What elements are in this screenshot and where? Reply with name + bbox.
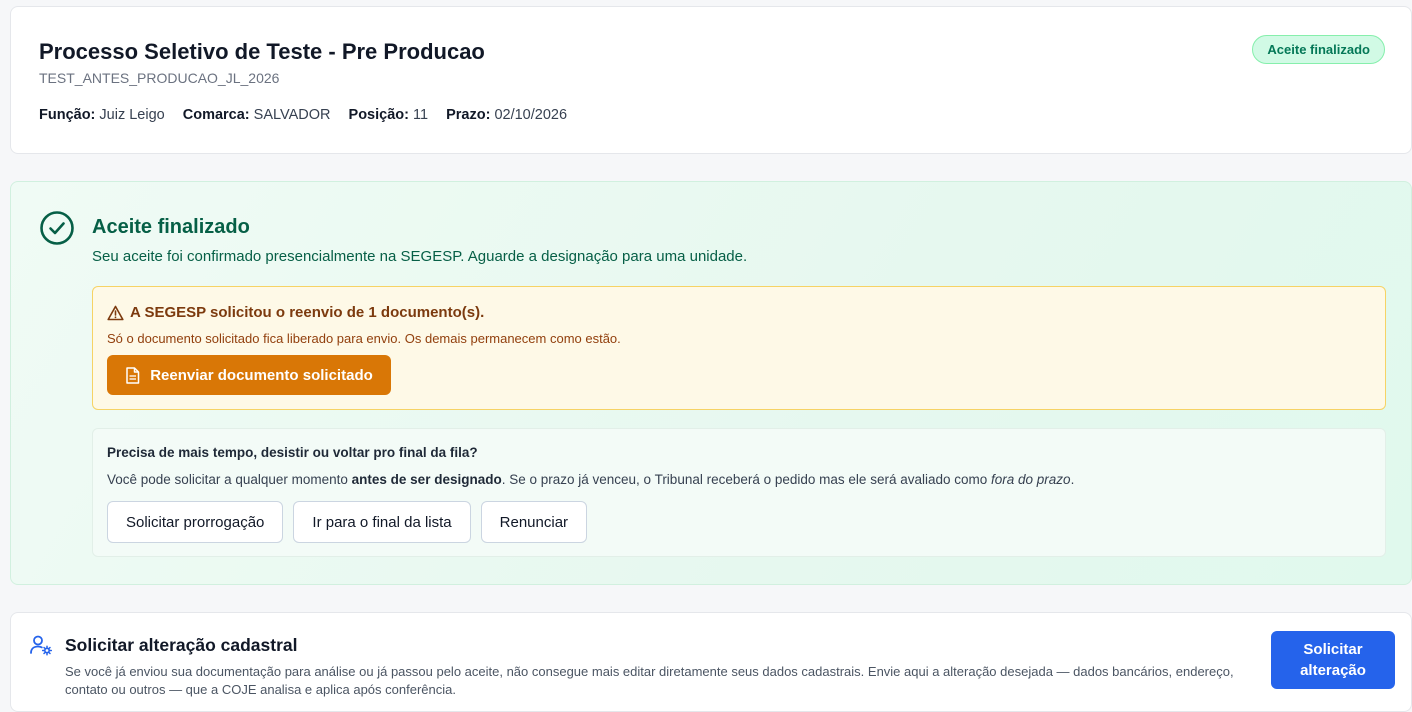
resend-document-button[interactable]: Reenviar documento solicitado [107,355,391,395]
user-settings-icon [30,635,53,656]
help-message: Você pode solicitar a qualquer momento a… [107,472,1075,487]
options-button-row: Solicitar prorrogação Ir para o final da… [107,501,588,543]
meta-funcao: Função: Juiz Leigo [39,107,165,123]
meta-comarca: Comarca: SALVADOR [182,107,331,123]
meta-prazo: Prazo: 02/10/2026 [446,107,568,123]
status-message: Seu aceite foi confirmado presencialment… [92,248,748,265]
check-circle-icon [40,211,74,245]
meta-posicao: Posição: 11 [348,107,429,123]
process-code: TEST_ANTES_PRODUCAO_JL_2026 [39,70,280,86]
request-extension-button[interactable]: Solicitar prorrogação [107,501,284,543]
registration-change-title: Solicitar alteração cadastral [65,635,298,655]
page-title: Processo Seletivo de Teste - Pre Produca… [39,39,485,64]
help-title: Precisa de mais tempo, desistir ou volta… [107,445,478,460]
status-title: Aceite finalizado [92,216,250,238]
warning-triangle-icon [107,305,124,320]
resend-request-alert: A SEGESP solicitou o reenvio de 1 docume… [92,286,1386,410]
renounce-button[interactable]: Renunciar [480,501,588,543]
request-change-button[interactable]: Solicitar alteração [1271,631,1395,689]
document-icon [126,366,140,384]
go-to-end-of-list-button[interactable]: Ir para o final da lista [293,501,471,543]
process-header-card: Processo Seletivo de Teste - Pre Produca… [10,6,1412,154]
acceptance-status-card: Aceite finalizado Seu aceite foi confirm… [10,181,1412,585]
registration-change-card: Solicitar alteração cadastral Se você já… [10,612,1412,712]
resend-alert-title: A SEGESP solicitou o reenvio de 1 docume… [107,304,484,321]
resend-alert-message: Só o documento solicitado fica liberado … [107,331,621,346]
options-help-box: Precisa de mais tempo, desistir ou volta… [92,428,1386,557]
process-meta: Função: Juiz Leigo Comarca: SALVADOR Pos… [39,107,581,123]
registration-change-description: Se você já enviou sua documentação para … [65,664,1234,697]
status-badge: Aceite finalizado [1252,35,1385,64]
